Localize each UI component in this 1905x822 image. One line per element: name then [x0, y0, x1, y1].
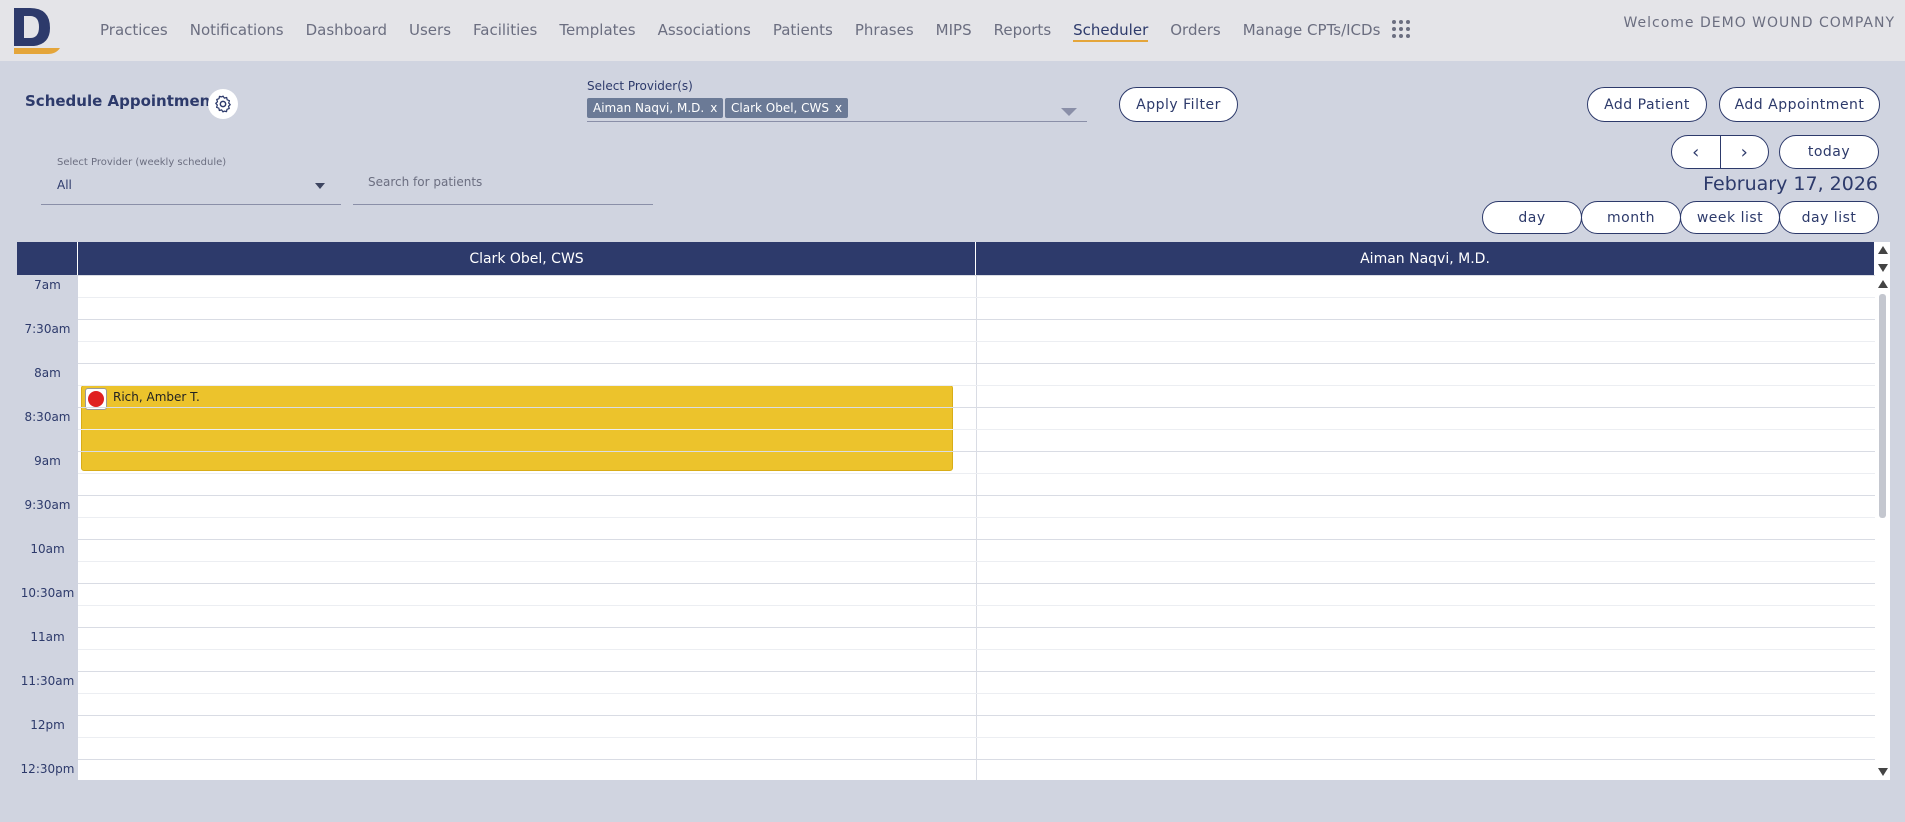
gear-icon [215, 95, 231, 113]
slot-line [78, 715, 1875, 716]
chevron-down-icon [315, 183, 325, 189]
add-appointment-button[interactable]: Add Appointment [1719, 87, 1880, 122]
nav-item-patients[interactable]: Patients [773, 20, 833, 42]
page-title: Schedule Appointment [25, 92, 218, 110]
provider-select-label: Select Provider(s) [587, 79, 693, 93]
scroll-thumb[interactable] [1879, 294, 1886, 518]
nav-item-dashboard[interactable]: Dashboard [306, 20, 387, 42]
resource-header: Clark Obel, CWS [78, 242, 976, 275]
nav-item-facilities[interactable]: Facilities [473, 20, 537, 42]
slot-line [78, 407, 1875, 408]
prev-button[interactable]: ‹ [1672, 136, 1721, 168]
slot-line [78, 297, 1875, 298]
nav-item-manage-cpts-icds[interactable]: Manage CPTs/ICDs [1243, 20, 1381, 42]
chevron-right-icon: › [1740, 141, 1748, 163]
calendar-scrollbar[interactable] [1875, 242, 1890, 780]
nav-item-notifications[interactable]: Notifications [190, 20, 284, 42]
scroll-up-icon[interactable] [1878, 246, 1888, 254]
slot-line [78, 583, 1875, 584]
scroll-up-icon[interactable] [1878, 280, 1888, 288]
time-label: 10am [30, 542, 65, 556]
slot-line [78, 429, 1875, 430]
time-label: 7am [34, 278, 61, 292]
scroll-down-icon[interactable] [1878, 768, 1888, 776]
time-label: 7:30am [24, 322, 71, 336]
scheduler-calendar: Clark Obel, CWS Aiman Naqvi, M.D. 7am 7:3… [17, 242, 1890, 780]
slot-line [78, 275, 1875, 276]
slot-line [78, 605, 1875, 606]
nav-item-phrases[interactable]: Phrases [855, 20, 914, 42]
nav-item-users[interactable]: Users [409, 20, 451, 42]
slot-line [78, 473, 1875, 474]
top-nav: Practices Notifications Dashboard Users Faci… [0, 0, 1905, 61]
time-axis: 7am 7:30am 8am 8:30am 9am 9:30am 10am 10:30am 11… [17, 275, 78, 780]
provider-chip[interactable]: Clark Obel, CWS x [725, 98, 849, 118]
nav-item-associations[interactable]: Associations [658, 20, 751, 42]
slot-line [78, 451, 1875, 452]
view-month-button[interactable]: month [1581, 201, 1681, 234]
resource-header: Aiman Naqvi, M.D. [976, 242, 1875, 275]
welcome-message: Welcome DEMO WOUND COMPANY [1623, 15, 1895, 31]
nav-item-reports[interactable]: Reports [994, 20, 1052, 42]
nav-item-templates[interactable]: Templates [559, 20, 635, 42]
slot-line [78, 539, 1875, 540]
apps-grid-icon[interactable] [1392, 20, 1410, 38]
nav-item-practices[interactable]: Practices [100, 20, 168, 42]
slot-line [78, 737, 1875, 738]
chip-remove-icon[interactable]: x [835, 101, 842, 115]
header-corner [17, 242, 78, 275]
time-label: 11:30am [20, 674, 75, 688]
search-input[interactable] [368, 170, 638, 194]
nav-item-mips[interactable]: MIPS [936, 20, 972, 42]
time-label: 9:30am [24, 498, 71, 512]
time-label: 8am [34, 366, 61, 380]
time-label: 9am [34, 454, 61, 468]
provider-chip[interactable]: Aiman Naqvi, M.D. x [587, 98, 724, 118]
calendar-body[interactable]: 7am 7:30am 8am 8:30am 9am 9:30am 10am 10:30am 11… [17, 275, 1875, 780]
slot-line [78, 385, 1875, 386]
appointment-event[interactable]: Rich, Amber T. [81, 385, 953, 471]
chip-remove-icon[interactable]: x [710, 101, 717, 115]
slot-line [78, 517, 1875, 518]
slot-line [78, 319, 1875, 320]
date-nav: ‹ › [1671, 135, 1769, 169]
today-button[interactable]: today [1779, 135, 1879, 169]
patient-search [353, 160, 653, 205]
slot-line [78, 341, 1875, 342]
slot-line [78, 363, 1875, 364]
weekly-provider-label: Select Provider (weekly schedule) [57, 157, 227, 168]
settings-button[interactable] [208, 89, 238, 119]
current-date: February 17, 2026 [1703, 173, 1878, 195]
time-label: 12pm [30, 718, 65, 732]
time-label: 10:30am [20, 586, 75, 600]
apply-filter-button[interactable]: Apply Filter [1119, 87, 1238, 122]
view-day-list-button[interactable]: day list [1779, 201, 1879, 234]
company-logo[interactable] [12, 6, 64, 54]
next-button[interactable]: › [1721, 136, 1769, 168]
main-menu: Practices Notifications Dashboard Users Faci… [100, 20, 1402, 42]
chevron-left-icon: ‹ [1692, 141, 1700, 163]
view-week-list-button[interactable]: week list [1680, 201, 1780, 234]
calendar-header: Clark Obel, CWS Aiman Naqvi, M.D. [17, 242, 1875, 275]
slot-line [78, 561, 1875, 562]
slot-line [78, 495, 1875, 496]
slot-line [78, 671, 1875, 672]
scroll-down-icon[interactable] [1878, 264, 1888, 272]
nav-item-scheduler[interactable]: Scheduler [1073, 20, 1149, 42]
weekly-provider-select[interactable]: All [41, 170, 341, 205]
slot-line [78, 693, 1875, 694]
add-patient-button[interactable]: Add Patient [1587, 87, 1707, 122]
slot-line [78, 759, 1875, 760]
time-label: 11am [30, 630, 65, 644]
event-patient-name: Rich, Amber T. [113, 390, 200, 404]
chevron-down-icon[interactable] [1061, 108, 1077, 116]
time-label: 8:30am [24, 410, 71, 424]
time-label: 12:30pm [20, 762, 75, 776]
view-day-button[interactable]: day [1482, 201, 1582, 234]
provider-multiselect[interactable]: Aiman Naqvi, M.D. x Clark Obel, CWS x [587, 96, 1087, 122]
nav-item-orders[interactable]: Orders [1170, 20, 1220, 42]
slot-line [78, 627, 1875, 628]
slot-line [78, 649, 1875, 650]
column-divider [976, 275, 977, 780]
